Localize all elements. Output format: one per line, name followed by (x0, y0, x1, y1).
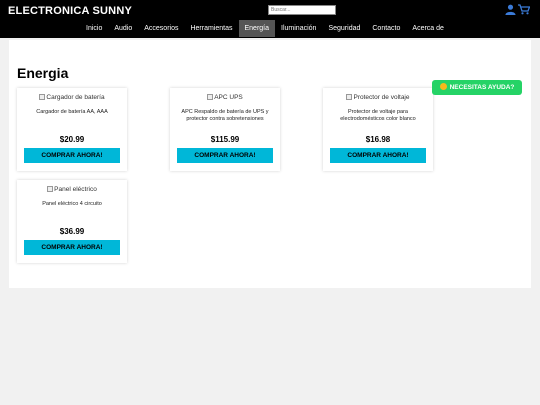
broken-image-icon (39, 94, 46, 100)
brand-logo[interactable]: ELECTRONICA SUNNY (8, 5, 132, 17)
main-nav: Inicio Audio Accesorios Herramientas Ene… (80, 20, 450, 37)
page-title: Energia (17, 65, 69, 81)
buy-now-button[interactable]: COMPRAR AHORA! (177, 148, 273, 163)
product-image-alt: Panel eléctrico (54, 186, 97, 193)
top-bar: ELECTRONICA SUNNY Inicio Audio Accesorio… (0, 0, 540, 38)
nav-item-acerca-de[interactable]: Acerca de (406, 20, 450, 37)
nav-item-herramientas[interactable]: Herramientas (184, 20, 238, 37)
search-input[interactable] (268, 5, 336, 15)
broken-image-icon (207, 94, 214, 100)
product-image: Cargador de batería (17, 94, 127, 101)
buy-now-button[interactable]: COMPRAR AHORA! (330, 148, 426, 163)
product-description: Protector de voltaje para electrodomésti… (340, 109, 416, 122)
product-description: APC Respaldo de batería de UPS y protect… (181, 109, 269, 122)
product-description: Panel eléctrico 4 circuito (42, 201, 102, 207)
product-image: Protector de voltaje (323, 94, 433, 101)
nav-item-contacto[interactable]: Contacto (366, 20, 406, 37)
nav-item-accesorios[interactable]: Accesorios (138, 20, 184, 37)
product-image-alt: Protector de voltaje (353, 94, 410, 101)
help-icon (439, 83, 447, 90)
product-price: $115.99 (210, 135, 240, 144)
nav-item-seguridad[interactable]: Seguridad (322, 20, 366, 37)
nav-item-iluminacion[interactable]: Iluminación (275, 20, 322, 37)
help-button[interactable]: NECESITAS AYUDA? (432, 80, 522, 95)
product-card: APC UPS APC Respaldo de batería de UPS y… (170, 88, 280, 171)
cart-icon[interactable] (518, 4, 530, 15)
product-card: Protector de voltaje Protector de voltaj… (323, 88, 433, 171)
nav-item-audio[interactable]: Audio (108, 20, 138, 37)
product-image: Panel eléctrico (17, 186, 127, 193)
broken-image-icon (47, 186, 54, 192)
user-icon[interactable] (505, 4, 516, 15)
product-price: $36.99 (59, 227, 85, 236)
help-button-label: NECESITAS AYUDA? (449, 84, 515, 91)
broken-image-icon (346, 94, 353, 100)
nav-item-inicio[interactable]: Inicio (80, 20, 108, 37)
product-image-alt: Cargador de batería (46, 94, 105, 101)
main-content: Energia Cargador de batería Cargador de … (9, 40, 531, 288)
buy-now-button[interactable]: COMPRAR AHORA! (24, 240, 120, 255)
buy-now-button[interactable]: COMPRAR AHORA! (24, 148, 120, 163)
product-image-alt: APC UPS (214, 94, 243, 101)
product-description: Cargador de batería AA, AAA (36, 109, 108, 115)
product-card: Panel eléctrico Panel eléctrico 4 circui… (17, 180, 127, 263)
product-image: APC UPS (170, 94, 280, 101)
product-price: $20.99 (59, 135, 85, 144)
nav-item-energia[interactable]: Energía (238, 20, 276, 37)
product-price: $16.98 (365, 135, 391, 144)
product-card: Cargador de batería Cargador de batería … (17, 88, 127, 171)
